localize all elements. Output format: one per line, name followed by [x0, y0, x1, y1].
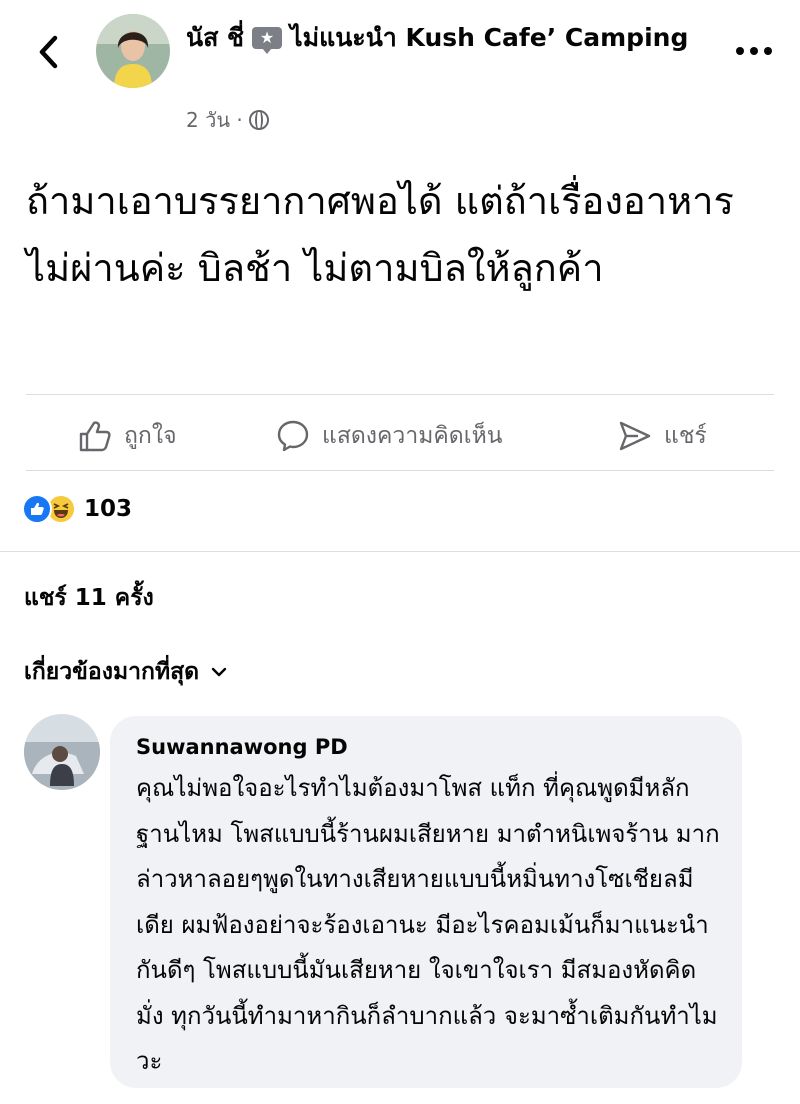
share-button[interactable]: แชร์	[618, 414, 707, 458]
divider	[26, 394, 774, 395]
comment-bubble: Suwannawong PD คุณไม่พอใจอะไรทำไมต้องมาโ…	[110, 716, 742, 1088]
comment-text: คุณไม่พอใจอะไรทำไมต้องมาโพส แท็ก ที่คุณพ…	[136, 774, 720, 1075]
more-options-button[interactable]	[736, 44, 772, 58]
share-count[interactable]: แชร์ 11 ครั้ง	[24, 580, 154, 616]
poster-name[interactable]: นัส ชี่	[186, 23, 244, 52]
comment-bubble-icon	[277, 420, 309, 452]
like-button[interactable]: ถูกใจ	[78, 414, 177, 458]
like-reaction-icon	[22, 494, 52, 524]
star-badge-icon: ★	[252, 27, 283, 54]
dot-icon	[750, 47, 758, 55]
post-meta: 2 วัน ·	[186, 104, 269, 136]
comment-sort-dropdown[interactable]: เกี่ยวข้องมากที่สุด	[24, 654, 227, 690]
comment-button[interactable]: แสดงความคิดเห็น	[276, 414, 502, 458]
share-label: แชร์	[664, 423, 707, 449]
section-divider	[0, 551, 800, 552]
like-label: ถูกใจ	[124, 423, 177, 449]
recommendation-text[interactable]: ไม่แนะนำ Kush Cafe’ Camping	[290, 23, 688, 52]
commenter-avatar[interactable]	[24, 714, 100, 790]
reactions-summary[interactable]: 103	[22, 494, 132, 524]
reaction-count: 103	[84, 496, 133, 522]
post-time[interactable]: 2 วัน ·	[186, 104, 243, 136]
divider	[26, 470, 774, 471]
sort-label: เกี่ยวข้องมากที่สุด	[24, 659, 200, 685]
globe-icon	[248, 110, 269, 130]
poster-avatar[interactable]	[96, 14, 170, 88]
dot-icon	[764, 47, 772, 55]
post-text: ถ้ามาเอาบรรยากาศพอได้ แต่ถ้าเรื่องอาหารไ…	[26, 179, 734, 290]
back-button[interactable]	[30, 28, 66, 76]
share-arrow-icon	[619, 421, 651, 451]
thumbs-up-icon	[79, 421, 111, 452]
post-header: นัส ชี่ ★ ไม่แนะนำ Kush Cafe’ Camping	[186, 20, 706, 56]
comment-author[interactable]: Suwannawong PD	[136, 730, 722, 764]
dot-icon	[736, 47, 744, 55]
chevron-left-icon	[39, 35, 58, 69]
chevron-down-icon	[211, 667, 227, 677]
comment-label: แสดงความคิดเห็น	[322, 423, 503, 449]
